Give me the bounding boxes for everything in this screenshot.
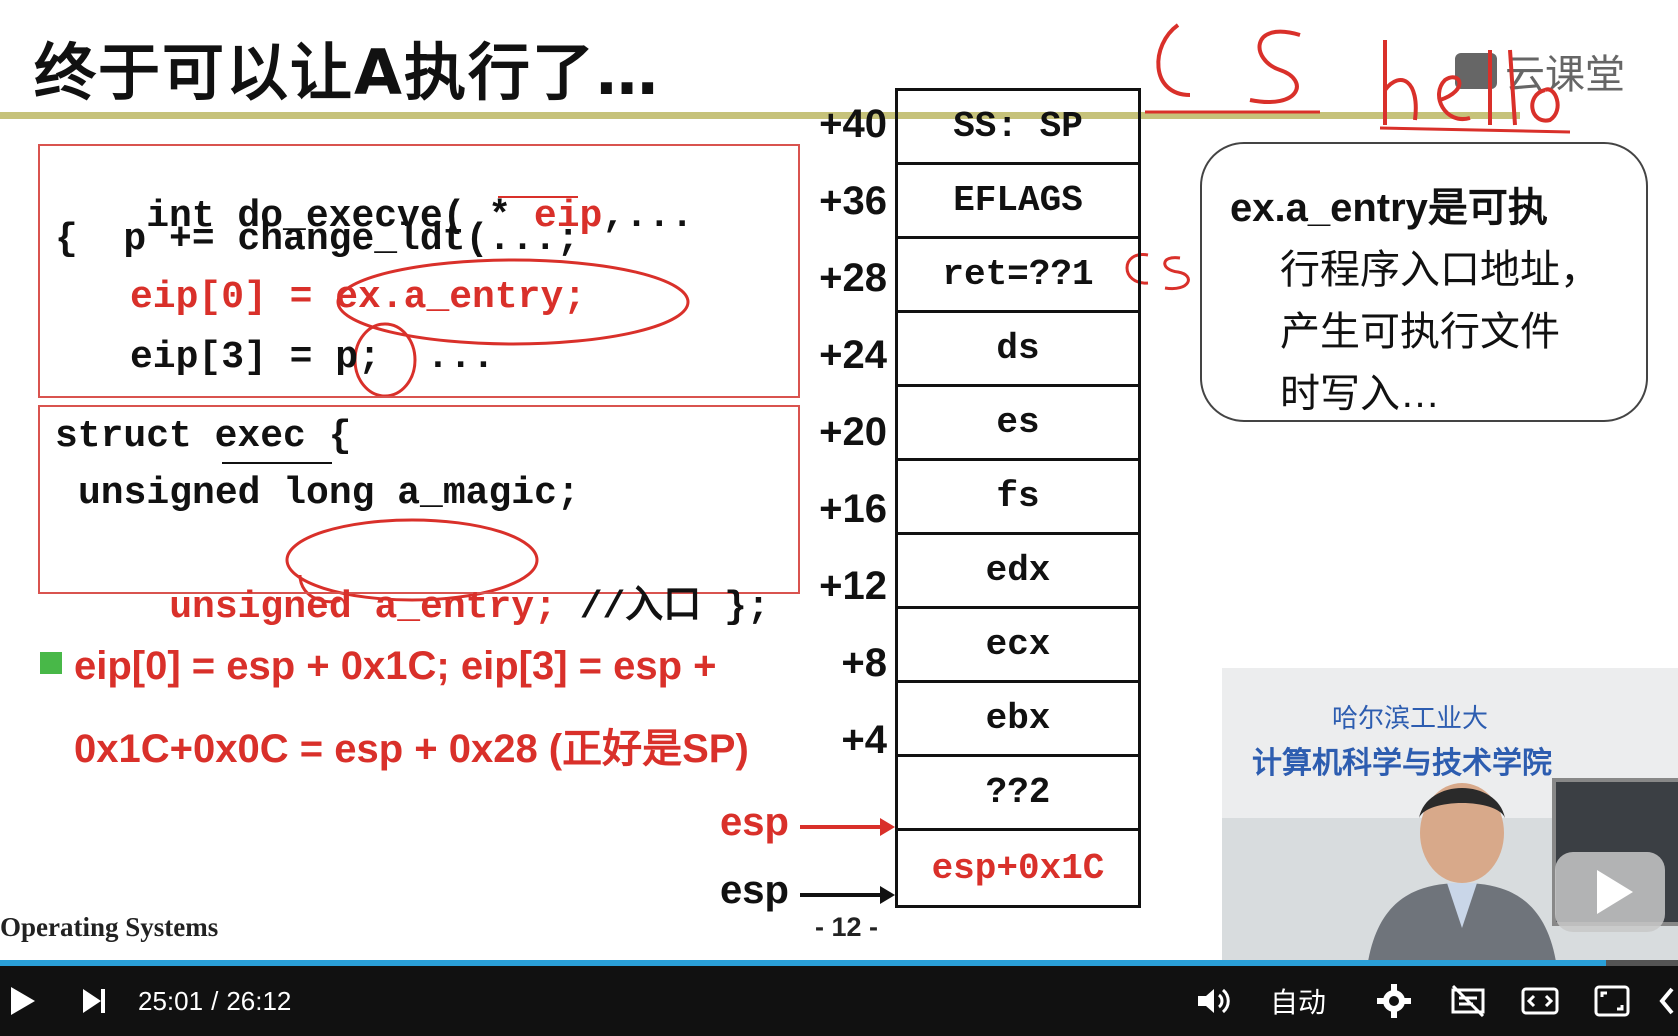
code-text: ,... [602,195,694,238]
stack-cell: ebx [898,683,1138,757]
danmaku-off-icon [1451,984,1485,1018]
stack-offset-label: +36 [819,179,887,223]
next-button[interactable] [72,966,116,1036]
stack-offset-label: +16 [819,487,887,531]
callout-line-2: 行程序入口地址， [1280,248,1600,292]
widescreen-button[interactable] [1518,966,1562,1036]
bullet-line-1: eip[0] = esp + 0x1C; eip[3] = esp + [74,644,717,688]
page-number: - 12 - [815,912,879,942]
esp-label-red: esp [720,800,789,844]
quality-selector[interactable]: 自动 [1270,966,1326,1036]
play-icon [11,987,35,1015]
more-button[interactable] [1652,966,1678,1036]
stack-offset-label: +40 [819,102,887,146]
volume-button[interactable] [1192,966,1236,1036]
code-a-entry-red: unsigned a_entry; [169,586,557,629]
slide: 终于可以让A执行了… 云课堂 int do_execve( * eip,... … [0,0,1678,960]
code-line-eip3: eip[3] = p; ... [130,336,495,379]
widescreen-icon [1521,987,1559,1015]
stack-offset-label: +28 [819,256,887,300]
video-sign-top: 哈尔滨工业大 [1332,703,1489,733]
stack-cell: esp+0x1C [931,847,1105,889]
code-line-eip0: eip[0] = ex.a_entry; [130,276,587,319]
stack-cell: edx [898,535,1138,609]
stack-cell: ecx [898,609,1138,683]
bullet-icon [40,652,62,674]
play-button[interactable] [0,966,44,1036]
stack-cell: EFLAGS [898,165,1138,239]
stack-cell: SS: SP [898,91,1138,165]
stack-offset-label: +4 [841,718,887,762]
code-line-change-ldt: { p += change_ldt(...; [55,218,580,261]
skip-next-icon [83,989,105,1013]
stack-offset-label: +20 [819,410,887,454]
esp-arrow-black-icon [800,886,895,904]
esp-label-black: esp [720,868,789,912]
time-display: 25:01 / 26:12 [138,966,291,1036]
footer-course-name: Operating Systems [0,912,219,942]
player-controls: 25:01 / 26:12 自动 [0,966,1678,1036]
volume-icon [1198,988,1230,1014]
esp-arrow-red-icon [800,818,895,836]
settings-button[interactable] [1372,966,1416,1036]
lecturer-figure [1368,783,1556,960]
stack-cell: es [898,387,1138,461]
bullet-line-2: 0x1C+0x0C = esp + 0x28 (正好是SP) [74,727,749,771]
stack-offset-label: +8 [841,641,887,685]
stack-cell: fs [898,461,1138,535]
stack-cell: ??2 [898,757,1138,831]
eip-underline [498,196,578,198]
code-line-do-execve: int do_execve( * eip,... [55,152,694,281]
video-play-overlay-icon[interactable] [1555,852,1665,932]
danmaku-toggle-button[interactable] [1446,966,1490,1036]
stack-cell: ds [898,313,1138,387]
fullscreen-button[interactable] [1590,966,1634,1036]
fullscreen-icon [1594,985,1630,1017]
stack-diagram: SS: SP EFLAGS ret=??1 ds es fs edx ecx ebx ??2 esp… [895,88,1141,908]
exec-underline [222,462,332,464]
more-icon [1659,987,1674,1015]
stack-cell: ret=??1 [898,239,1138,313]
code-line-a-magic: unsigned long a_magic; [78,472,580,515]
stack-offset-label: +12 [819,564,887,608]
stack-offset-label: +24 [819,333,887,377]
code-line-struct: struct exec { [55,415,352,458]
gear-icon [1377,984,1411,1018]
time-separator: / [211,985,219,1016]
current-time: 25:01 [138,985,204,1016]
callout-line-4: 时写入… [1280,372,1440,416]
code-a-entry-comment: //入口 }; [556,586,770,629]
callout-line-3: 产生可执行文件 [1280,310,1560,354]
video-sign-main: 计算机科学与技术学院 [1252,747,1552,780]
duration: 26:12 [226,985,292,1016]
callout-line-1: ex.a_entry是可执 [1230,186,1548,230]
